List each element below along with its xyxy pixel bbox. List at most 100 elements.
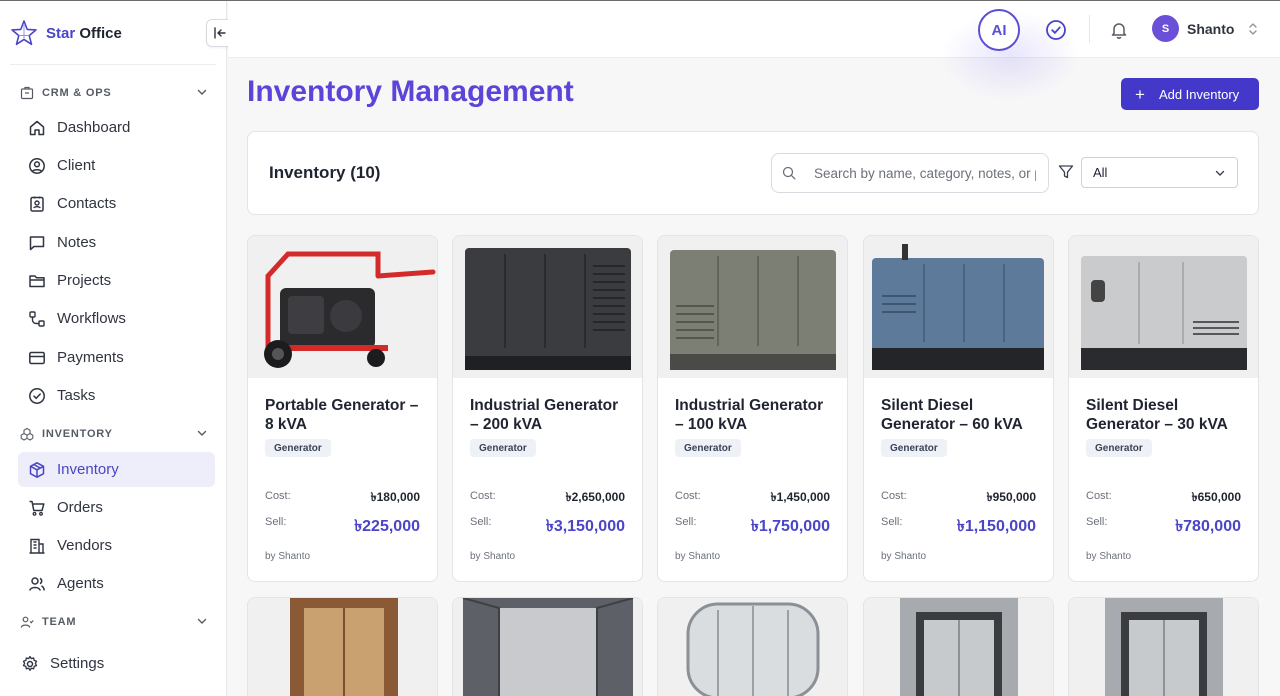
section-team[interactable]: TEAM	[20, 612, 210, 632]
notifications-button[interactable]	[1107, 18, 1131, 42]
created-by: by Shanto	[470, 551, 516, 562]
divider	[10, 64, 216, 65]
brand-name: Star Office	[46, 24, 122, 42]
cost-value: ৳1,450,000	[770, 490, 830, 504]
users-icon	[29, 576, 45, 591]
boxes-icon	[20, 427, 34, 441]
sidebar-item-payments[interactable]: Payments	[18, 340, 215, 375]
sidebar-item-tasks[interactable]: Tasks	[18, 378, 215, 413]
inventory-card[interactable]	[657, 597, 848, 696]
category-filter-select[interactable]: All	[1081, 157, 1238, 188]
inventory-card[interactable]: Silent Diesel Generator – 30 kVA Generat…	[1068, 235, 1259, 582]
inventory-card[interactable]	[452, 597, 643, 696]
product-image	[248, 236, 437, 378]
workflow-icon	[29, 310, 45, 327]
page-title: Inventory Management	[247, 75, 574, 108]
cost-label: Cost:	[881, 490, 907, 502]
sidebar-item-projects[interactable]: Projects	[18, 263, 215, 298]
inventory-card[interactable]: Portable Generator – 8 kVA Generator Cos…	[247, 235, 438, 582]
sell-value: ৳1,750,000	[750, 518, 830, 535]
product-image	[864, 236, 1053, 378]
sell-label: Sell:	[1086, 516, 1108, 528]
sell-value: ৳1,150,000	[956, 518, 1036, 535]
section-inventory[interactable]: INVENTORY	[20, 424, 210, 444]
home-icon	[29, 120, 45, 135]
sidebar-item-client[interactable]: Client	[18, 148, 215, 183]
collapse-left-icon	[214, 27, 226, 39]
sell-label: Sell:	[265, 516, 287, 528]
product-title: Industrial Generator – 200 kVA	[470, 397, 619, 433]
created-by: by Shanto	[881, 551, 927, 562]
category-badge: Generator	[1086, 439, 1152, 457]
inventory-card[interactable]	[247, 597, 438, 696]
sell-value: ৳3,150,000	[545, 518, 625, 535]
cost-label: Cost:	[470, 490, 496, 502]
building-icon	[29, 538, 45, 554]
product-title: Silent Diesel Generator – 60 kVA	[881, 397, 1023, 433]
inventory-card[interactable]: Silent Diesel Generator – 60 kVA Generat…	[863, 235, 1054, 582]
created-by: by Shanto	[1086, 551, 1132, 562]
building-icon	[20, 86, 34, 100]
cost-value: ৳2,650,000	[565, 490, 625, 504]
cart-icon	[29, 500, 45, 516]
sidebar-item-dashboard[interactable]: Dashboard	[18, 110, 215, 145]
sell-label: Sell:	[675, 516, 697, 528]
sidebar-item-settings[interactable]: Settings	[11, 646, 208, 681]
add-inventory-button[interactable]: + Add Inventory	[1121, 78, 1259, 110]
brand[interactable]: Star Office	[10, 19, 122, 47]
folder-icon	[29, 274, 45, 287]
cost-label: Cost:	[675, 490, 701, 502]
divider	[1089, 15, 1090, 43]
user-menu[interactable]: S Shanto	[1152, 15, 1258, 42]
product-image	[453, 598, 642, 696]
inventory-card[interactable]: Industrial Generator – 200 kVA Generator…	[452, 235, 643, 582]
product-image	[658, 236, 847, 378]
cost-value: ৳950,000	[986, 490, 1036, 504]
created-by: by Shanto	[675, 551, 721, 562]
sidebar: Star Office CRM & OPS Dashboard Client C…	[0, 1, 234, 696]
sidebar-item-workflows[interactable]: Workflows	[18, 301, 215, 336]
inventory-card[interactable]	[1068, 597, 1259, 696]
category-badge: Generator	[881, 439, 947, 457]
check-circle-icon	[1046, 20, 1066, 40]
chevron-down-icon	[197, 618, 207, 624]
sidebar-item-orders[interactable]: Orders	[18, 490, 215, 525]
inventory-card[interactable]: Industrial Generator – 100 kVA Generator…	[657, 235, 848, 582]
sell-value: ৳225,000	[354, 518, 420, 535]
cost-value: ৳650,000	[1191, 490, 1241, 504]
cost-label: Cost:	[1086, 490, 1112, 502]
sidebar-item-notes[interactable]: Notes	[18, 225, 215, 260]
chevron-up-down-icon	[1249, 22, 1258, 35]
star-logo-icon	[11, 20, 37, 46]
sidebar-item-vendors[interactable]: Vendors	[18, 528, 215, 563]
sidebar-item-contacts[interactable]: Contacts	[18, 186, 215, 221]
sidebar-item-inventory[interactable]: Inventory	[18, 452, 215, 487]
message-square-icon	[29, 235, 45, 250]
category-badge: Generator	[265, 439, 331, 457]
contact-card-icon	[30, 196, 44, 212]
sidebar-item-agents[interactable]: Agents	[18, 566, 215, 601]
sell-value: ৳780,000	[1175, 518, 1241, 535]
ai-assistant-button[interactable]: AI	[978, 9, 1020, 51]
bell-icon	[1111, 23, 1127, 39]
package-icon	[29, 461, 45, 478]
search-input[interactable]	[814, 165, 1036, 181]
user-circle-icon	[29, 157, 45, 174]
cost-value: ৳180,000	[370, 490, 420, 504]
product-image	[1069, 598, 1258, 696]
product-image	[658, 598, 847, 696]
section-crm-ops[interactable]: CRM & OPS	[20, 83, 210, 103]
product-title: Silent Diesel Generator – 30 kVA	[1086, 397, 1228, 433]
check-circle-icon	[29, 387, 45, 404]
sell-label: Sell:	[470, 516, 492, 528]
gear-icon	[22, 655, 38, 671]
search-icon	[782, 166, 796, 180]
team-icon	[20, 616, 34, 628]
tasks-check-button[interactable]	[1044, 18, 1068, 42]
product-title: Industrial Generator – 100 kVA	[675, 397, 824, 433]
chevron-down-icon	[197, 89, 207, 95]
search-box[interactable]	[771, 153, 1049, 193]
inventory-toolbar: Inventory (10) All	[247, 131, 1259, 215]
avatar: S	[1152, 15, 1179, 42]
inventory-card[interactable]	[863, 597, 1054, 696]
